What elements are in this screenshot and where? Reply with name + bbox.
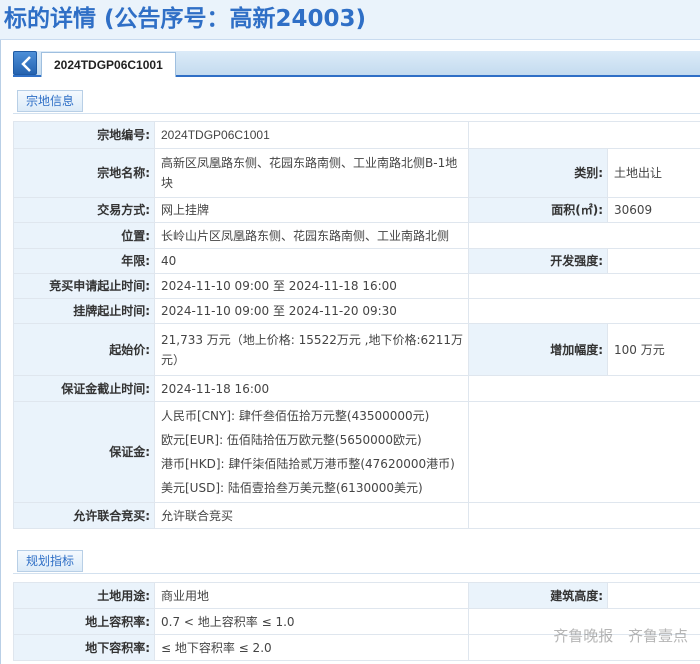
watermark: 齐鲁晚报 齐鲁壹点 xyxy=(543,625,688,646)
deposit-usd: 美元[USD]: 陆佰壹拾叁万美元整(6130000美元) xyxy=(161,481,423,495)
joint-label: 允许联合竞买: xyxy=(13,502,155,529)
intensity-value xyxy=(607,248,700,274)
land-name-label: 宗地名称: xyxy=(13,148,155,198)
deposit-label: 保证金: xyxy=(13,401,155,503)
table-row: 竞买申请起止时间: 2024-11-10 09:00 至 2024-11-18 … xyxy=(13,273,700,299)
far-above-value: 0.7 < 地上容积率 ≤ 1.0 xyxy=(154,608,469,635)
tab-land-code[interactable]: 2024TDGP06C1001 xyxy=(41,52,176,77)
deposit-cny: 人民币[CNY]: 肆仟叁佰伍拾万元整(43500000元) xyxy=(161,409,430,423)
bid-apply-value: 2024-11-10 09:00 至 2024-11-18 16:00 xyxy=(154,273,469,299)
land-code-label: 宗地编号: xyxy=(13,121,155,149)
intensity-label: 开发强度: xyxy=(468,248,608,274)
section-land-info: 宗地信息 xyxy=(13,88,700,114)
table-row: 保证金: 人民币[CNY]: 肆仟叁佰伍拾万元整(43500000元) 欧元[E… xyxy=(13,401,700,503)
start-price-label: 起始价: xyxy=(13,323,155,376)
location-value: 长岭山片区凤凰路东侧、花园东路南侧、工业南路北侧 xyxy=(154,222,469,249)
table-row: 交易方式: 网上挂牌 面积(㎡): 30609 xyxy=(13,197,700,223)
section-tag-planning: 规划指标 xyxy=(17,550,84,572)
start-price-value: 21,733 万元（地上价格: 15522万元 ,地下价格:6211万元） xyxy=(154,323,469,376)
deposit-deadline-value: 2024-11-18 16:00 xyxy=(154,375,469,402)
trade-value: 网上挂牌 xyxy=(154,197,469,223)
planning-table: 土地用途: 商业用地 建筑高度: 地上容积率: 0.7 < 地上容积率 ≤ 1.… xyxy=(13,582,700,661)
land-use-value: 商业用地 xyxy=(154,582,469,609)
section-planning: 规划指标 xyxy=(13,548,700,574)
height-value xyxy=(607,582,700,609)
increment-value: 100 万元 xyxy=(607,323,700,376)
watermark-right: 齐鲁壹点 xyxy=(627,627,688,645)
years-value: 40 xyxy=(154,248,469,274)
table-row: 起始价: 21,733 万元（地上价格: 15522万元 ,地下价格:6211万… xyxy=(13,323,700,376)
far-below-value: ≤ 地下容积率 ≤ 2.0 xyxy=(154,634,469,661)
category-label: 类别: xyxy=(468,148,608,198)
tab-bar: 2024TDGP06C1001 xyxy=(13,51,700,77)
chevron-left-icon xyxy=(21,56,31,72)
trade-label: 交易方式: xyxy=(13,197,155,223)
table-row: 土地用途: 商业用地 建筑高度: xyxy=(13,582,700,609)
page-title: 标的详情 (公告序号：高新24003) xyxy=(0,0,700,40)
table-row: 挂牌起止时间: 2024-11-10 09:00 至 2024-11-20 09… xyxy=(13,298,700,324)
bid-apply-label: 竞买申请起止时间: xyxy=(13,273,155,299)
location-label: 位置: xyxy=(13,222,155,249)
land-code-value: 2024TDGP06C1001 xyxy=(154,121,469,149)
listing-label: 挂牌起止时间: xyxy=(13,298,155,324)
table-row: 年限: 40 开发强度: xyxy=(13,248,700,274)
deposit-value: 人民币[CNY]: 肆仟叁佰伍拾万元整(43500000元) 欧元[EUR]: … xyxy=(154,401,469,503)
detail-panel: 2024TDGP06C1001 宗地信息 宗地编号: 2024TDGP06C10… xyxy=(0,40,700,664)
area-value: 30609 xyxy=(607,197,700,223)
table-row: 保证金截止时间: 2024-11-18 16:00 xyxy=(13,375,700,402)
back-button[interactable] xyxy=(13,51,37,75)
years-label: 年限: xyxy=(13,248,155,274)
category-value: 土地出让 xyxy=(607,148,700,198)
joint-value: 允许联合竞买 xyxy=(154,502,469,529)
land-use-label: 土地用途: xyxy=(13,582,155,609)
increment-label: 增加幅度: xyxy=(468,323,608,376)
listing-value: 2024-11-10 09:00 至 2024-11-20 09:30 xyxy=(154,298,469,324)
height-label: 建筑高度: xyxy=(468,582,608,609)
deposit-hkd: 港币[HKD]: 肆仟柒佰陆拾贰万港币整(47620000港币) xyxy=(161,457,455,471)
table-row: 宗地名称: 高新区凤凰路东侧、花园东路南侧、工业南路北侧B-1地块 类别: 土地… xyxy=(13,148,700,198)
land-name-value: 高新区凤凰路东侧、花园东路南侧、工业南路北侧B-1地块 xyxy=(154,148,469,198)
land-info-table: 宗地编号: 2024TDGP06C1001 宗地名称: 高新区凤凰路东侧、花园东… xyxy=(13,121,700,529)
far-above-label: 地上容积率: xyxy=(13,608,155,635)
far-below-label: 地下容积率: xyxy=(13,634,155,661)
deposit-deadline-label: 保证金截止时间: xyxy=(13,375,155,402)
table-row: 允许联合竞买: 允许联合竞买 xyxy=(13,502,700,529)
watermark-left: 齐鲁晚报 xyxy=(553,627,614,645)
table-row: 宗地编号: 2024TDGP06C1001 xyxy=(13,121,700,149)
area-label: 面积(㎡): xyxy=(468,197,608,223)
deposit-eur: 欧元[EUR]: 伍佰陆拾伍万欧元整(5650000欧元) xyxy=(161,433,422,447)
table-row: 位置: 长岭山片区凤凰路东侧、花园东路南侧、工业南路北侧 xyxy=(13,222,700,249)
section-tag-land-info: 宗地信息 xyxy=(17,90,84,112)
